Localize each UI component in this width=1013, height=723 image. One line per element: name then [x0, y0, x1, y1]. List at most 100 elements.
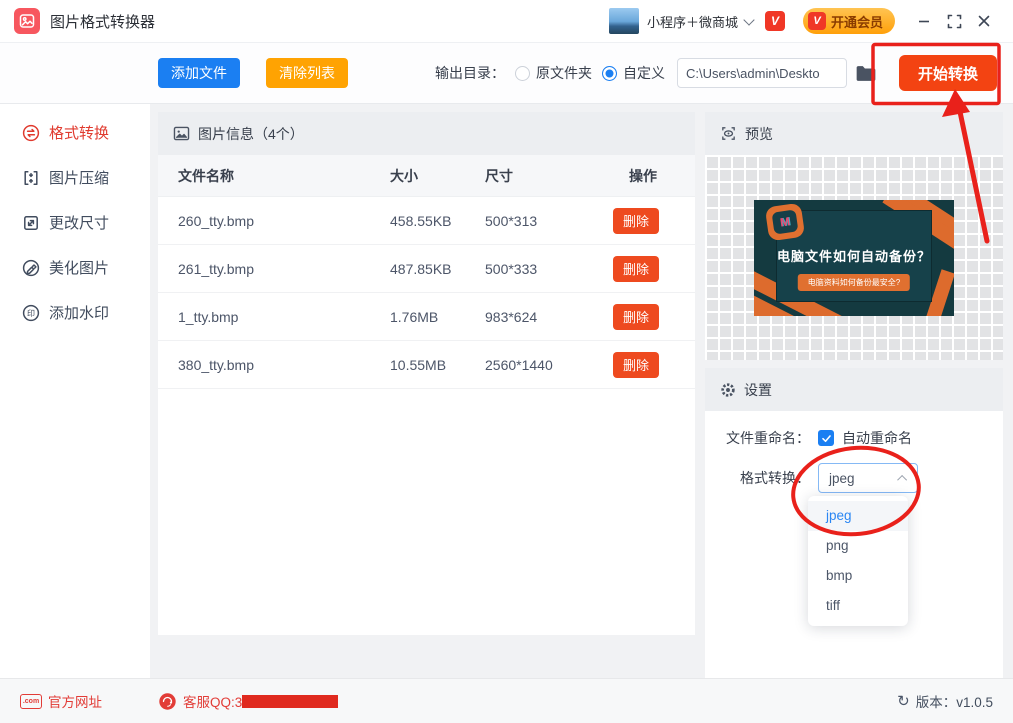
support-qq[interactable]: 客服QQ:3: [158, 691, 339, 711]
col-header-action: 操作: [629, 167, 657, 184]
table-row: 1_tty.bmp 1.76MB 983*624 删除: [158, 293, 695, 341]
clear-list-button[interactable]: 清除列表: [266, 58, 348, 88]
sidebar-item-format-convert[interactable]: 格式转换: [0, 110, 150, 155]
settings-body: 文件重命名： 自动重命名 格式转换： jpeg: [705, 411, 1003, 493]
add-files-button[interactable]: 添加文件: [158, 58, 240, 88]
file-dimensions: 500*333: [485, 260, 538, 277]
start-convert-button[interactable]: 开始转换: [898, 55, 997, 91]
file-dimensions: 983*624: [485, 308, 538, 325]
preview-settings-panel: 预览 M 电脑文件如何自动备份？ 电脑资料如何备份最安全? 设置 文件重命名： …: [705, 112, 1003, 678]
headset-icon: [159, 692, 176, 710]
format-select[interactable]: jpeg: [818, 463, 918, 493]
footer: .com 官方网址 客服QQ:3 ↻ 版本：v1.0.5: [0, 678, 1013, 723]
table-header-row: 文件名称 大小 尺寸 操作: [158, 155, 695, 197]
file-dimensions: 2560*1440: [485, 356, 553, 373]
account-name[interactable]: 小程序＋微商城: [647, 12, 738, 31]
format-option-png[interactable]: png: [808, 531, 908, 561]
beautify-icon: [22, 259, 40, 276]
open-vip-label: 开通会员: [830, 14, 883, 30]
title-bar: 图片格式转换器 小程序＋微商城 V V 开通会员: [0, 0, 1013, 42]
radio-selected-icon: [601, 65, 617, 81]
sidebar-item-beautify[interactable]: 美化图片: [0, 245, 150, 290]
file-name: 260_tty.bmp: [178, 212, 255, 229]
radio-original-folder[interactable]: 原文件夹: [514, 63, 592, 83]
format-option-tiff[interactable]: tiff: [808, 591, 908, 621]
app-logo-icon: [14, 8, 40, 34]
main-area: 图片信息（4个） 文件名称 大小 尺寸 操作 260_tty.bmp 458.5…: [150, 104, 1013, 678]
settings-header: 设置: [705, 368, 1003, 411]
preview-image-badge: 电脑资料如何备份最安全?: [797, 274, 911, 291]
preview-image-title: 电脑文件如何自动备份？: [776, 249, 931, 264]
format-setting-row: 格式转换： jpeg: [705, 463, 1003, 493]
format-select-value: jpeg: [829, 470, 855, 486]
chevron-down-icon[interactable]: [743, 13, 755, 26]
sidebar-item-image-compress[interactable]: 图片压缩: [0, 155, 150, 200]
toolbar: 添加文件 清除列表 输出目录： 原文件夹 自定义 开始转换: [0, 42, 1013, 104]
app-title: 图片格式转换器: [50, 13, 156, 31]
col-header-dimensions: 尺寸: [485, 167, 513, 184]
delete-button[interactable]: 删除: [613, 255, 660, 282]
preview-eye-icon: [722, 127, 735, 140]
avatar[interactable]: [608, 8, 639, 34]
image-info-icon: [173, 126, 190, 141]
delete-button[interactable]: 删除: [613, 207, 660, 234]
browse-folder-button[interactable]: [855, 64, 877, 83]
table-row: 260_tty.bmp 458.55KB 500*313 删除: [158, 197, 695, 245]
sidebar-item-label: 格式转换: [49, 125, 110, 142]
minimize-button[interactable]: [909, 6, 939, 36]
sidebar-item-resize[interactable]: 更改尺寸: [0, 200, 150, 245]
refresh-icon[interactable]: ↻: [897, 692, 910, 710]
open-vip-button[interactable]: V 开通会员: [802, 8, 895, 34]
table-row: 261_tty.bmp 487.85KB 500*333 删除: [158, 245, 695, 293]
image-compress-icon: [24, 170, 38, 185]
sidebar-item-watermark[interactable]: 印 添加水印: [0, 290, 150, 335]
radio-icon: [514, 65, 530, 81]
file-name: 380_tty.bmp: [178, 356, 255, 373]
settings-title: 设置: [744, 381, 772, 398]
support-qq-label: 客服QQ:3: [183, 695, 243, 710]
checkbox-checked-icon: [818, 430, 834, 446]
preview-logo-glyph: M: [771, 209, 799, 235]
radio-custom-folder[interactable]: 自定义: [601, 63, 665, 83]
resize-icon: [24, 215, 38, 230]
auto-rename-checkbox[interactable]: 自动重命名: [810, 428, 912, 448]
format-label: 格式转换：: [740, 470, 810, 486]
vip-badge-icon: V: [764, 11, 785, 31]
rename-setting-row: 文件重命名： 自动重命名: [705, 428, 1003, 448]
delete-button[interactable]: 删除: [613, 351, 660, 378]
file-size: 458.55KB: [390, 212, 452, 229]
official-site-link[interactable]: .com 官方网址: [20, 691, 102, 711]
radio-custom-label: 自定义: [622, 65, 665, 81]
format-option-jpeg[interactable]: jpeg: [808, 501, 908, 531]
preview-image: M 电脑文件如何自动备份？ 电脑资料如何备份最安全?: [754, 200, 954, 316]
rename-label: 文件重命名：: [726, 430, 810, 446]
preview-logo: M: [764, 202, 806, 242]
file-list-panel: 图片信息（4个） 文件名称 大小 尺寸 操作 260_tty.bmp 458.5…: [158, 112, 695, 635]
file-name: 261_tty.bmp: [178, 260, 255, 277]
sidebar-item-label: 更改尺寸: [49, 215, 110, 232]
auto-rename-label: 自动重命名: [842, 430, 912, 446]
delete-button[interactable]: 删除: [613, 303, 660, 330]
window-controls: [909, 6, 999, 36]
sidebar-item-label: 美化图片: [49, 260, 110, 277]
file-dimensions: 500*313: [485, 212, 538, 229]
com-icon: .com: [20, 693, 42, 709]
output-path-input[interactable]: [676, 58, 847, 88]
radio-original-label: 原文件夹: [535, 65, 592, 81]
transparency-checkerboard: M 电脑文件如何自动备份？ 电脑资料如何备份最安全?: [705, 155, 1003, 360]
file-size: 487.85KB: [390, 260, 452, 277]
format-option-bmp[interactable]: bmp: [808, 561, 908, 591]
col-header-size: 大小: [390, 167, 418, 184]
table-row: 380_tty.bmp 10.55MB 2560*1440 删除: [158, 341, 695, 389]
version-area: ↻ 版本：v1.0.5: [897, 691, 993, 711]
maximize-button[interactable]: [939, 6, 969, 36]
gear-icon: [721, 382, 735, 397]
vip-badge-icon: V: [807, 12, 826, 30]
sidebar-item-label: 添加水印: [49, 305, 110, 322]
close-button[interactable]: [969, 6, 999, 36]
file-size: 10.55MB: [390, 356, 447, 373]
format-dropdown: jpeg png bmp tiff: [808, 496, 908, 626]
redaction-bar: [242, 694, 339, 708]
output-dir-label: 输出目录：: [434, 65, 505, 81]
version-label: 版本：v1.0.5: [915, 695, 993, 710]
